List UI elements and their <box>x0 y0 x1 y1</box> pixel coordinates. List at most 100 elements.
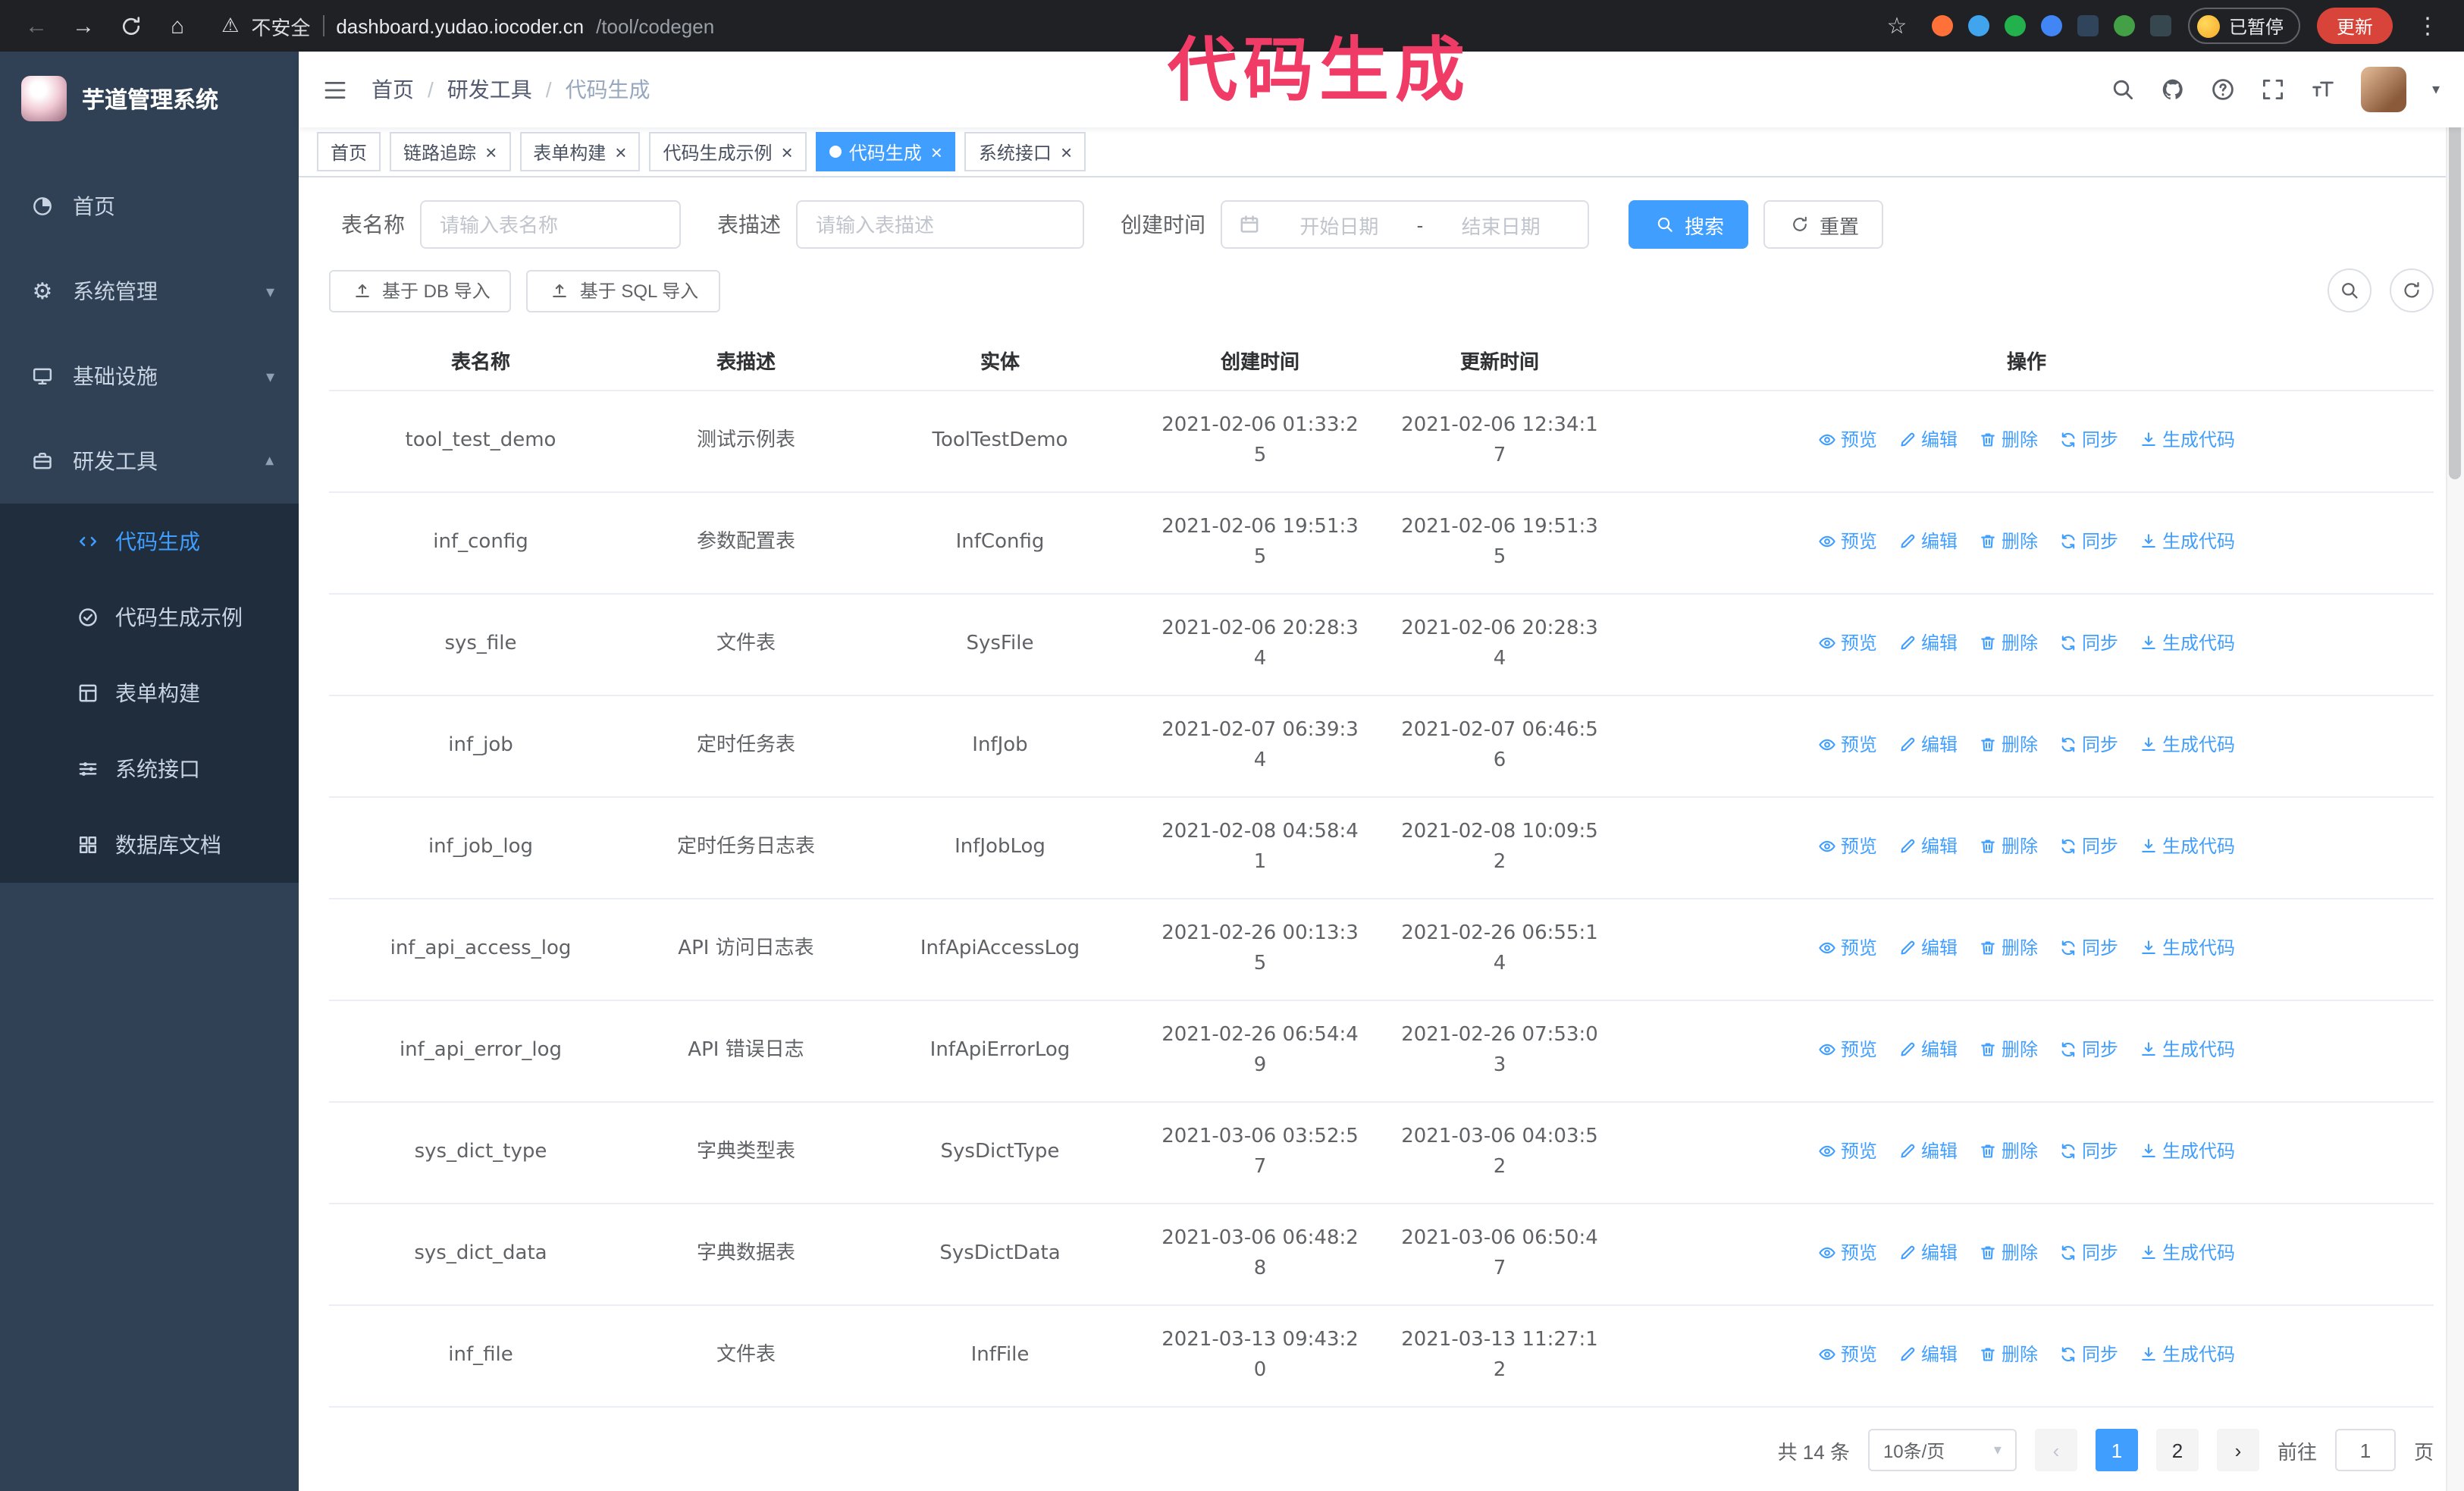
sidebar-subitem-form-builder[interactable]: 表单构建 <box>0 655 299 731</box>
generate-code-link[interactable]: 生成代码 <box>2140 424 2235 454</box>
sidebar-subitem-codegen[interactable]: 代码生成 <box>0 504 299 579</box>
extension-icon[interactable] <box>2149 15 2171 36</box>
delete-link[interactable]: 删除 <box>1979 1339 2038 1369</box>
bookmark-star-icon[interactable]: ☆ <box>1879 8 1915 44</box>
sync-link[interactable]: 同步 <box>2059 932 2118 962</box>
delete-link[interactable]: 删除 <box>1979 526 2038 556</box>
sync-link[interactable]: 同步 <box>2059 627 2118 658</box>
edit-link[interactable]: 编辑 <box>1898 526 1958 556</box>
edit-link[interactable]: 编辑 <box>1898 627 1958 658</box>
extension-icon[interactable] <box>2077 15 2099 36</box>
tab-tracer[interactable]: 链路追踪 × <box>390 132 511 171</box>
sync-link[interactable]: 同步 <box>2059 1339 2118 1369</box>
delete-link[interactable]: 删除 <box>1979 1237 2038 1267</box>
tab-home[interactable]: 首页 <box>317 132 381 171</box>
edit-link[interactable]: 编辑 <box>1898 424 1958 454</box>
generate-code-link[interactable]: 生成代码 <box>2140 729 2235 759</box>
delete-link[interactable]: 删除 <box>1979 424 2038 454</box>
table-desc-input[interactable] <box>796 200 1084 249</box>
generate-code-link[interactable]: 生成代码 <box>2140 1339 2235 1369</box>
sidebar-subitem-db-doc[interactable]: 数据库文档 <box>0 807 299 883</box>
profile-paused-badge[interactable]: 已暂停 <box>2187 8 2300 44</box>
generate-code-link[interactable]: 生成代码 <box>2140 627 2235 658</box>
scrollbar[interactable] <box>2446 52 2464 1491</box>
close-icon[interactable]: × <box>931 142 942 162</box>
forward-icon[interactable]: → <box>65 8 102 44</box>
tab-form-builder[interactable]: 表单构建 × <box>519 132 641 171</box>
import-db-button[interactable]: 基于 DB 导入 <box>329 269 512 312</box>
goto-page-input[interactable] <box>2334 1429 2396 1471</box>
user-avatar[interactable] <box>2360 67 2406 112</box>
toggle-search-button[interactable] <box>2328 268 2372 312</box>
delete-link[interactable]: 删除 <box>1979 932 2038 962</box>
extension-icon[interactable] <box>1967 15 1989 36</box>
preview-link[interactable]: 预览 <box>1818 1034 1877 1064</box>
extension-icon[interactable] <box>1931 15 1953 36</box>
breadcrumb-item[interactable]: 首页 <box>371 74 414 105</box>
edit-link[interactable]: 编辑 <box>1898 830 1958 861</box>
delete-link[interactable]: 删除 <box>1979 830 2038 861</box>
preview-link[interactable]: 预览 <box>1818 729 1877 759</box>
page-button-1[interactable]: 1 <box>2095 1429 2138 1471</box>
chrome-update-button[interactable]: 更新 <box>2316 8 2393 44</box>
generate-code-link[interactable]: 生成代码 <box>2140 526 2235 556</box>
sidebar-item-home[interactable]: 首页 <box>0 164 299 249</box>
extension-icon[interactable] <box>2113 15 2135 36</box>
table-name-input[interactable] <box>420 200 681 249</box>
search-button[interactable]: 搜索 <box>1629 200 1749 249</box>
edit-link[interactable]: 编辑 <box>1898 729 1958 759</box>
extension-icon[interactable] <box>2004 15 2026 36</box>
kebab-menu-icon[interactable]: ⋮ <box>2409 8 2446 44</box>
sync-link[interactable]: 同步 <box>2059 830 2118 861</box>
sidebar-subitem-codegen-example[interactable]: 代码生成示例 <box>0 579 299 655</box>
sidebar-item-dev-tools[interactable]: 研发工具 ▾ <box>0 419 299 504</box>
date-range-picker[interactable]: 开始日期 - 结束日期 <box>1221 200 1589 249</box>
sync-link[interactable]: 同步 <box>2059 424 2118 454</box>
generate-code-link[interactable]: 生成代码 <box>2140 1034 2235 1064</box>
fontsize-icon[interactable] <box>2311 77 2335 102</box>
sidebar-item-infrastructure[interactable]: 基础设施 ▾ <box>0 334 299 419</box>
delete-link[interactable]: 删除 <box>1979 1034 2038 1064</box>
refresh-table-button[interactable] <box>2390 268 2434 312</box>
preview-link[interactable]: 预览 <box>1818 1339 1877 1369</box>
back-icon[interactable]: ← <box>18 8 55 44</box>
sidebar-subitem-system-api[interactable]: 系统接口 <box>0 731 299 807</box>
close-icon[interactable]: × <box>1061 142 1072 162</box>
refresh-icon[interactable] <box>112 8 149 44</box>
next-page-button[interactable]: › <box>2216 1429 2259 1471</box>
caret-down-icon[interactable]: ▾ <box>2432 81 2440 98</box>
logo[interactable]: 芋道管理系统 <box>0 52 299 146</box>
edit-link[interactable]: 编辑 <box>1898 1135 1958 1166</box>
tab-system-api[interactable]: 系统接口 × <box>964 132 1086 171</box>
delete-link[interactable]: 删除 <box>1979 729 2038 759</box>
close-icon[interactable]: × <box>485 142 497 162</box>
home-icon[interactable]: ⌂ <box>159 8 196 44</box>
delete-link[interactable]: 删除 <box>1979 1135 2038 1166</box>
hamburger-icon[interactable] <box>323 77 347 102</box>
edit-link[interactable]: 编辑 <box>1898 932 1958 962</box>
sync-link[interactable]: 同步 <box>2059 1237 2118 1267</box>
generate-code-link[interactable]: 生成代码 <box>2140 1135 2235 1166</box>
page-size-select[interactable]: 10条/页 ▾ <box>1867 1429 2017 1471</box>
preview-link[interactable]: 预览 <box>1818 627 1877 658</box>
preview-link[interactable]: 预览 <box>1818 932 1877 962</box>
sync-link[interactable]: 同步 <box>2059 1135 2118 1166</box>
breadcrumb-item[interactable]: 研发工具 <box>447 74 532 105</box>
generate-code-link[interactable]: 生成代码 <box>2140 1237 2235 1267</box>
close-icon[interactable]: × <box>615 142 626 162</box>
generate-code-link[interactable]: 生成代码 <box>2140 830 2235 861</box>
address-bar[interactable]: ⚠ 不安全 dashboard.yudao.iocoder.cn/tool/co… <box>221 11 714 40</box>
preview-link[interactable]: 预览 <box>1818 1135 1877 1166</box>
prev-page-button[interactable]: ‹ <box>2034 1429 2077 1471</box>
tab-codegen[interactable]: 代码生成 × <box>815 132 956 171</box>
edit-link[interactable]: 编辑 <box>1898 1339 1958 1369</box>
page-button-2[interactable]: 2 <box>2155 1429 2199 1471</box>
help-icon[interactable] <box>2211 77 2235 102</box>
fullscreen-icon[interactable] <box>2261 77 2285 102</box>
preview-link[interactable]: 预览 <box>1818 424 1877 454</box>
sidebar-item-system-mgmt[interactable]: ⚙ 系统管理 ▾ <box>0 249 299 334</box>
sync-link[interactable]: 同步 <box>2059 526 2118 556</box>
edit-link[interactable]: 编辑 <box>1898 1034 1958 1064</box>
sync-link[interactable]: 同步 <box>2059 1034 2118 1064</box>
reset-button[interactable]: 重置 <box>1763 200 1884 249</box>
